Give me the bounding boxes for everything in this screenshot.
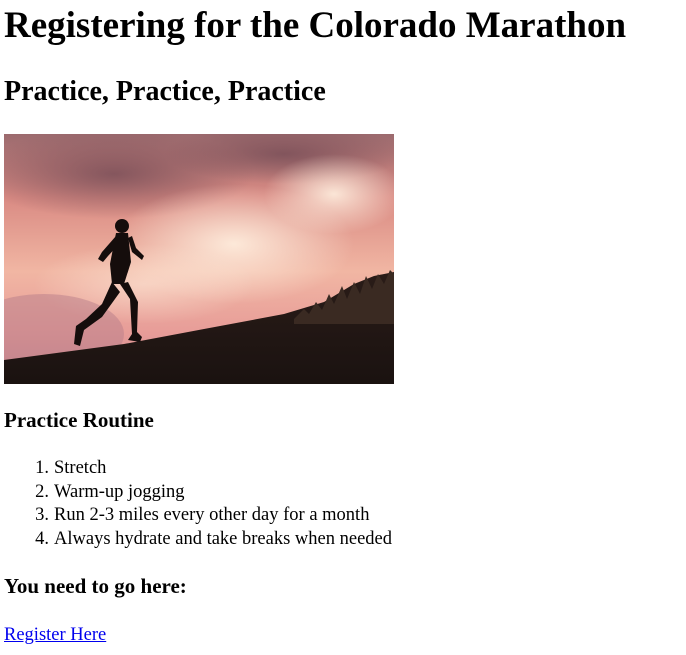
register-here-link[interactable]: Register Here: [4, 623, 106, 647]
runner-silhouette-sunset-image: [4, 134, 394, 384]
list-item: Always hydrate and take breaks when need…: [35, 528, 393, 551]
list-item: Stretch: [35, 457, 107, 480]
list-item: Warm-up jogging: [35, 481, 185, 504]
practice-routine-list: Stretch Warm-up jogging Run 2-3 miles ev…: [4, 457, 392, 551]
page-title: Registering for the Colorado Marathon: [4, 5, 627, 46]
list-item: Run 2-3 miles every other day for a mont…: [35, 504, 370, 527]
go-here-heading: You need to go here:: [4, 574, 187, 598]
practice-routine-heading: Practice Routine: [4, 408, 154, 432]
page-subtitle: Practice, Practice, Practice: [4, 76, 326, 107]
